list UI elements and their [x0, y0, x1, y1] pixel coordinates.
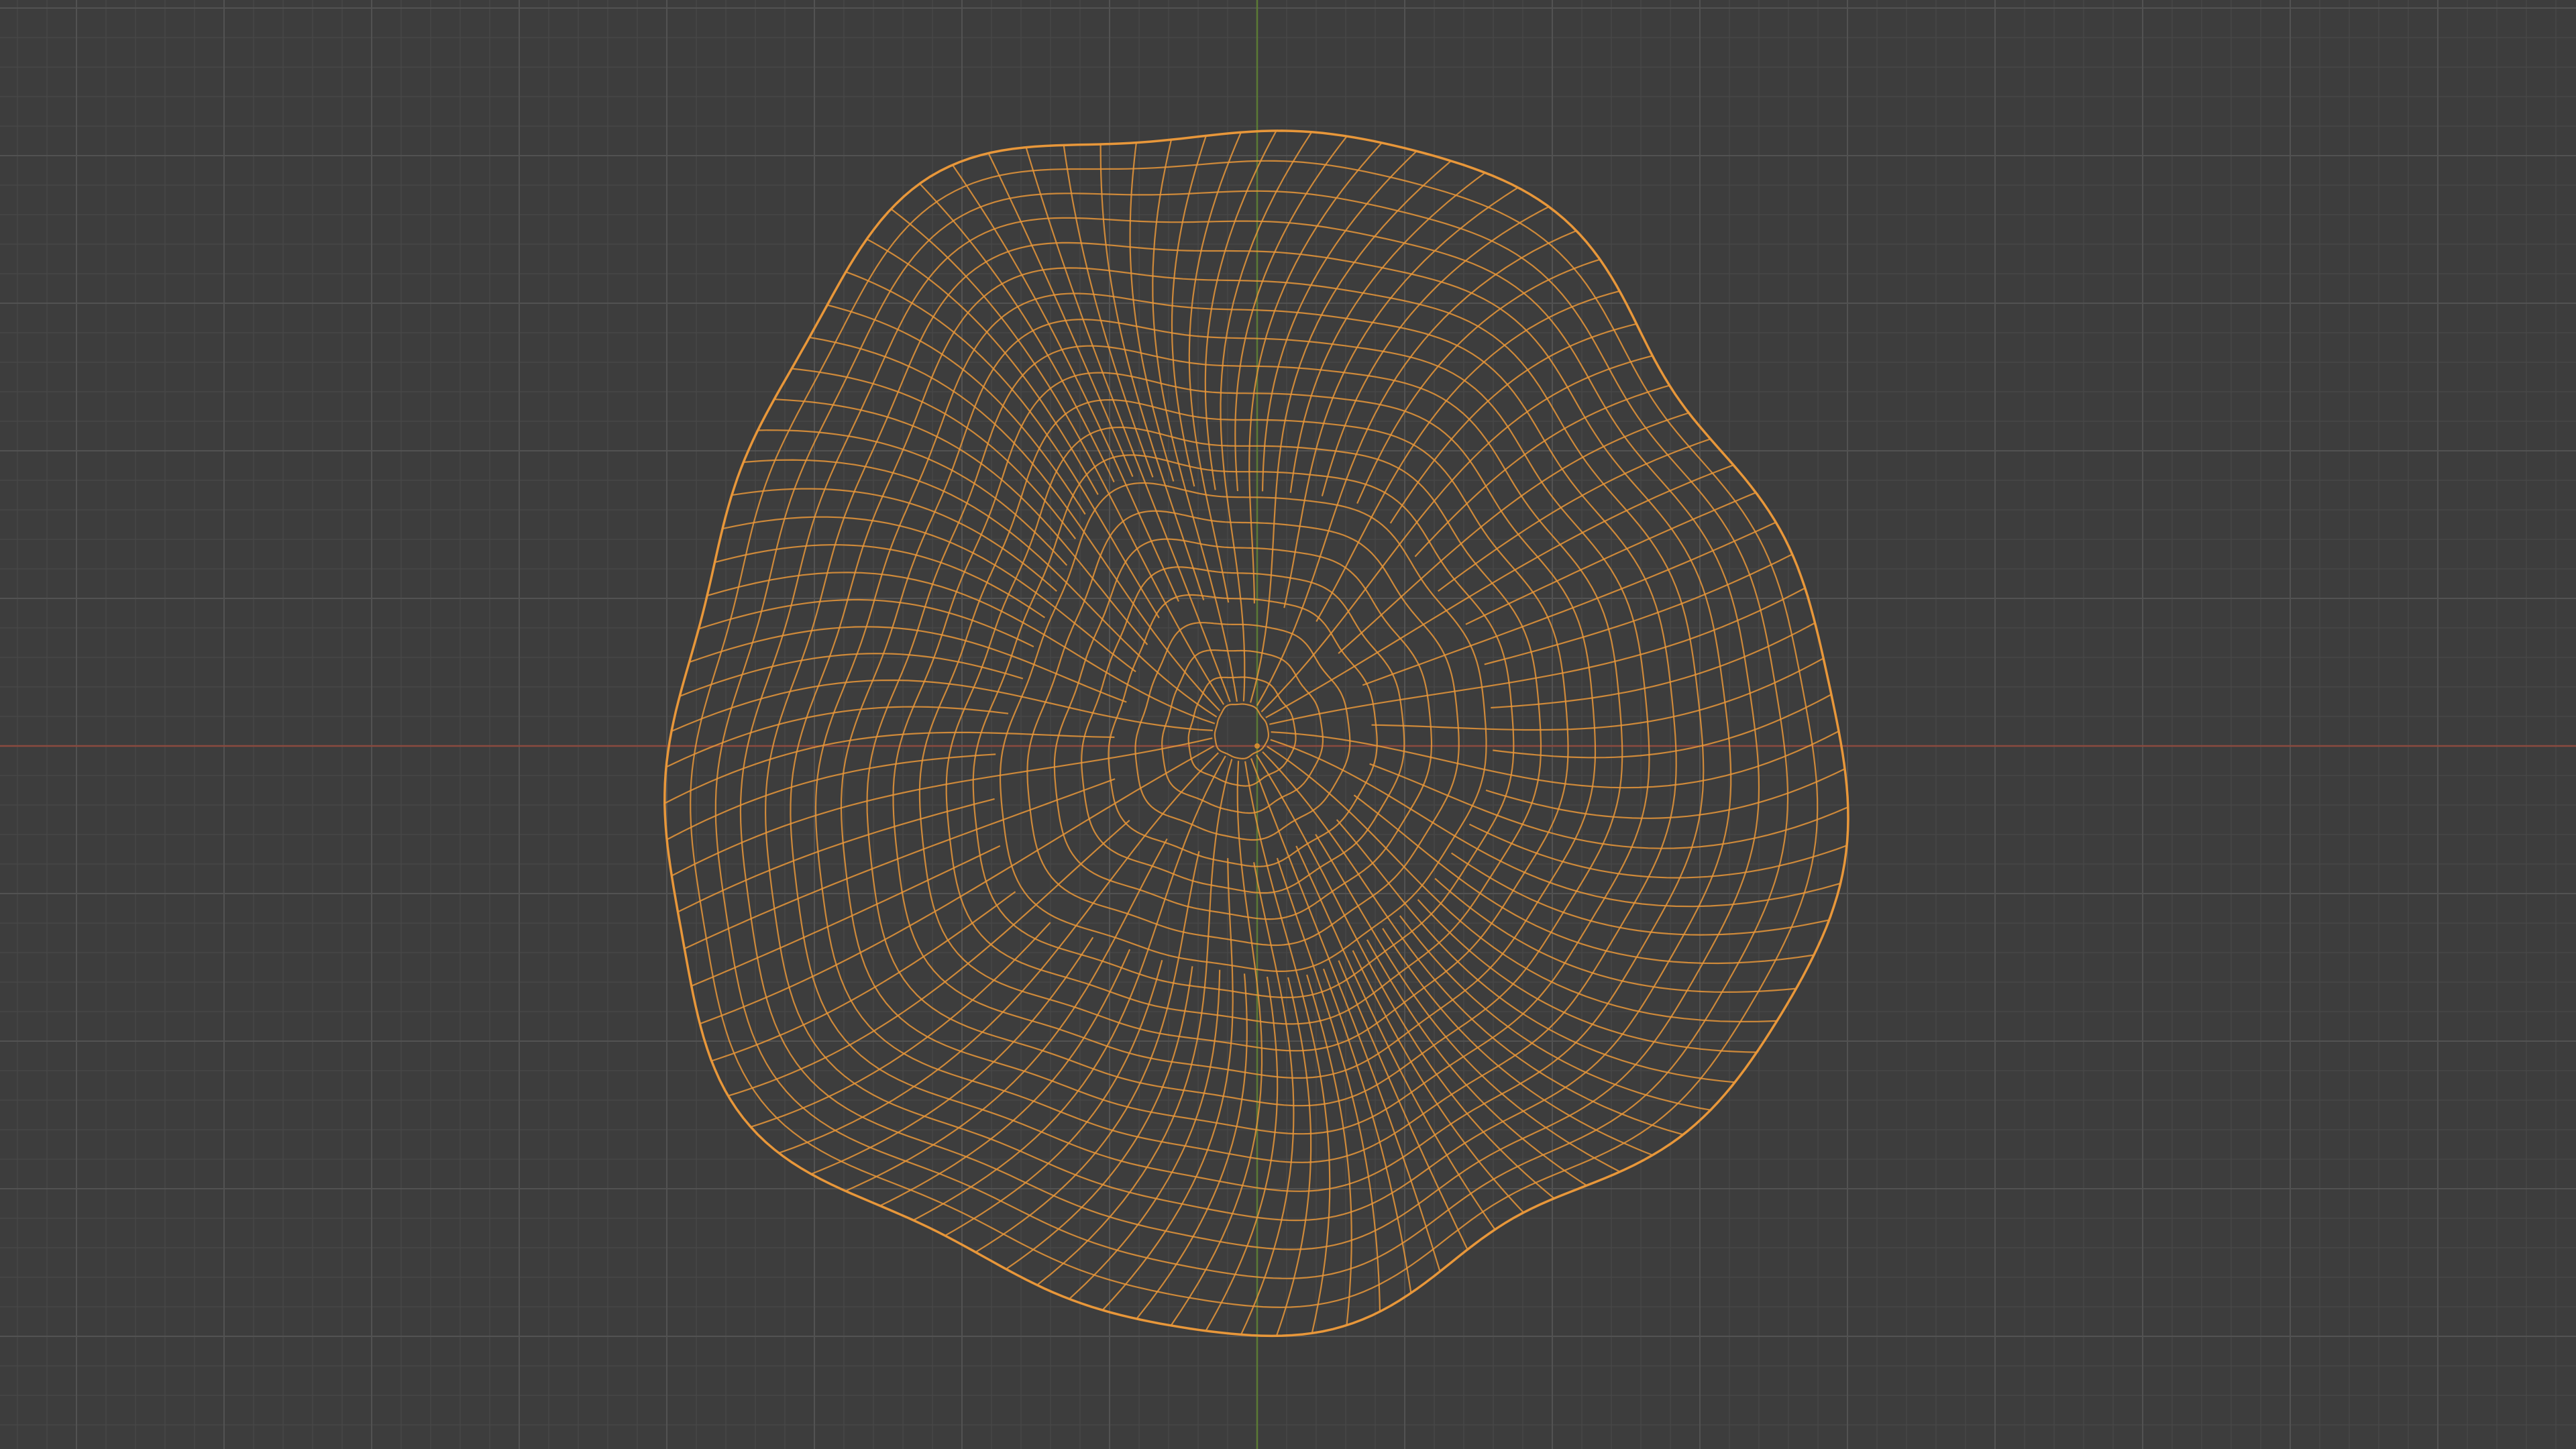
mesh-radial-edge	[1256, 229, 1577, 706]
mesh-radial-edge	[845, 838, 1168, 1192]
mesh-radial-edge	[912, 755, 1226, 1221]
mesh-edge-loop	[814, 292, 1677, 1163]
mesh-radial-edge	[728, 819, 1130, 1097]
mesh-radial-edge	[1270, 739, 1841, 908]
mesh-edge-loop	[1108, 594, 1378, 867]
mesh-radial-edge	[1069, 969, 1221, 1300]
mesh-edge-loop	[739, 217, 1760, 1250]
mesh-radial-edge	[1369, 763, 1849, 849]
mesh-radial-edge	[1271, 731, 1839, 789]
mesh-radial-edge	[1262, 751, 1684, 1136]
mesh-edge-loop	[1214, 703, 1269, 759]
mesh-radial-edge	[951, 164, 1179, 602]
mesh-radial-edge	[679, 653, 1024, 697]
mesh-radial-edge	[1485, 768, 1845, 819]
3d-viewport[interactable]	[0, 0, 2576, 1449]
mesh-radial-edge	[1283, 186, 1519, 608]
mesh-radial-edge	[1234, 136, 1348, 492]
mesh-edge-loop	[764, 241, 1732, 1222]
mesh-radial-edge	[711, 891, 1016, 1062]
grid-minor-lines	[0, 0, 2576, 1449]
mesh-radial-edge	[665, 706, 1009, 768]
mesh-radial-edge	[866, 238, 1099, 495]
mesh-radial-edge	[698, 598, 1034, 647]
object-origin-point[interactable]	[1254, 743, 1260, 749]
mesh-radial-edge	[1275, 977, 1312, 1336]
mesh-edge-loop	[866, 345, 1623, 1107]
mesh-radial-edge	[750, 922, 1051, 1128]
mesh-radial-edge	[945, 960, 1163, 1236]
mesh-radial-edge	[845, 271, 1160, 619]
mesh-edge-loop	[999, 482, 1487, 972]
viewport-canvas[interactable]	[0, 0, 2576, 1449]
mesh-edge-loop	[892, 372, 1597, 1079]
mesh-radial-edge	[879, 949, 1131, 1207]
grid-major-lines	[0, 0, 2576, 1449]
mesh-radial-edge	[1036, 759, 1233, 1286]
mesh-radial-edge	[1152, 139, 1238, 702]
mesh-radial-edge	[1171, 136, 1207, 487]
mesh-radial-edge	[1220, 131, 1313, 702]
